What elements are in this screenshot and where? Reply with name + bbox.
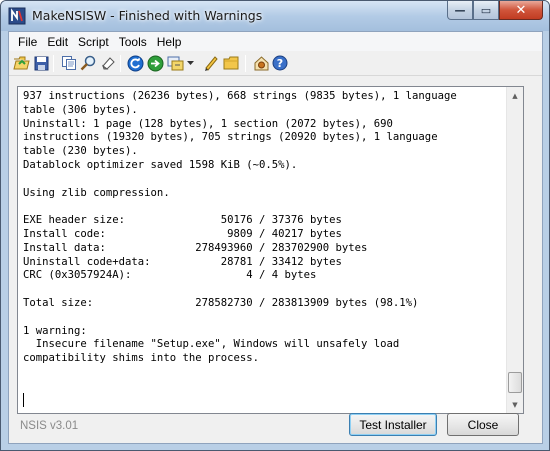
- open-script-icon: [12, 56, 30, 70]
- log-line: Uninstall code+data: 28781 / 33412 bytes: [23, 255, 342, 268]
- close-button[interactable]: Close: [447, 413, 519, 436]
- log-line: Uninstall: 1 page (128 bytes), 1 section…: [23, 117, 393, 130]
- test-button[interactable]: [146, 54, 164, 72]
- close-window-button[interactable]: ✕: [499, 1, 543, 20]
- edit-script-icon: [205, 56, 218, 71]
- open-script-button[interactable]: [12, 54, 30, 72]
- browse-folder-button[interactable]: [222, 54, 240, 72]
- minimize-icon: —: [454, 3, 466, 17]
- makensisw-window: MakeNSISW - Finished with Warnings — ▭ ✕…: [0, 0, 550, 451]
- log-line: instructions (19320 bytes), 705 strings …: [23, 131, 438, 144]
- menu-tools[interactable]: Tools: [114, 35, 152, 49]
- clear-log-icon: [102, 57, 115, 70]
- scroll-thumb[interactable]: [508, 372, 522, 393]
- test-installer-button[interactable]: Test Installer: [349, 413, 437, 436]
- save-button[interactable]: [32, 54, 50, 72]
- close-icon: ✕: [515, 2, 527, 18]
- clear-log-button[interactable]: [99, 54, 117, 72]
- copy-button[interactable]: [60, 54, 78, 72]
- find-icon: [80, 55, 96, 71]
- title-bar[interactable]: MakeNSISW - Finished with Warnings — ▭ ✕: [1, 1, 549, 31]
- log-text: 937 instructions (26236 bytes), 668 stri…: [23, 90, 505, 366]
- menu-edit[interactable]: Edit: [42, 35, 73, 49]
- log-line: Install code: 9809 / 40217 bytes: [23, 227, 342, 240]
- save-icon: [34, 56, 48, 70]
- settings-button[interactable]: [252, 54, 270, 72]
- compressor-dropdown[interactable]: [185, 54, 195, 72]
- help-icon: ?: [272, 55, 288, 71]
- test-icon: [147, 55, 163, 71]
- compressor-icon: [167, 56, 183, 71]
- log-line: 1 warning:: [23, 324, 87, 337]
- toolbar: ?: [9, 51, 542, 76]
- maximize-icon: ▭: [480, 3, 492, 17]
- toolbar-separator: [53, 55, 54, 72]
- version-label: NSIS v3.01: [20, 420, 79, 432]
- log-line: Using zlib compression.: [23, 186, 170, 199]
- log-line: Install data: 278493960 / 283702900 byte…: [23, 241, 368, 254]
- help-button[interactable]: ?: [271, 54, 289, 72]
- maximize-button[interactable]: ▭: [473, 1, 499, 20]
- menu-file[interactable]: File: [13, 35, 42, 49]
- text-caret: [23, 393, 24, 407]
- browse-folder-icon: [223, 56, 238, 69]
- recompile-icon: [127, 55, 143, 71]
- scroll-down-button[interactable]: ▼: [507, 396, 523, 413]
- log-line: 937 instructions (26236 bytes), 668 stri…: [23, 90, 457, 102]
- scroll-up-button[interactable]: ▲: [507, 87, 523, 104]
- log-line: Datablock optimizer saved 1598 KiB (~0.5…: [23, 158, 298, 171]
- copy-icon: [62, 56, 76, 70]
- client-area: File Edit Script Tools Help ? 937 instru…: [8, 31, 543, 444]
- find-button[interactable]: [79, 54, 97, 72]
- edit-script-button[interactable]: [202, 54, 220, 72]
- window-controls: — ▭ ✕: [447, 1, 543, 21]
- log-line: Insecure filename "Setup.exe", Windows w…: [23, 338, 400, 351]
- menu-bar: File Edit Script Tools Help: [9, 32, 542, 51]
- menu-help[interactable]: Help: [152, 35, 187, 49]
- svg-text:?: ?: [277, 57, 283, 70]
- output-log[interactable]: 937 instructions (26236 bytes), 668 stri…: [17, 86, 524, 414]
- scroll-down-icon: ▼: [512, 400, 518, 409]
- log-line: Total size: 278582730 / 283813909 bytes …: [23, 296, 419, 309]
- compressor-button[interactable]: [166, 54, 184, 72]
- vertical-scrollbar[interactable]: ▲ ▼: [506, 87, 523, 413]
- minimize-button[interactable]: —: [447, 1, 473, 20]
- scroll-up-icon: ▲: [512, 91, 518, 100]
- log-line: EXE header size: 50176 / 37376 bytes: [23, 214, 342, 227]
- log-line: table (230 bytes).: [23, 145, 138, 158]
- window-title: MakeNSISW - Finished with Warnings: [32, 8, 263, 23]
- toolbar-separator: [120, 55, 121, 72]
- settings-icon: [254, 55, 268, 70]
- menu-script[interactable]: Script: [73, 35, 114, 49]
- nsis-app-icon: [8, 7, 26, 25]
- recompile-button[interactable]: [126, 54, 144, 72]
- dropdown-arrow-icon: [186, 60, 194, 65]
- log-line: CRC (0x3057924A): 4 / 4 bytes: [23, 269, 317, 282]
- log-line: compatibility shims into the process.: [23, 352, 259, 365]
- toolbar-separator: [245, 55, 246, 72]
- log-line: table (306 bytes).: [23, 103, 138, 116]
